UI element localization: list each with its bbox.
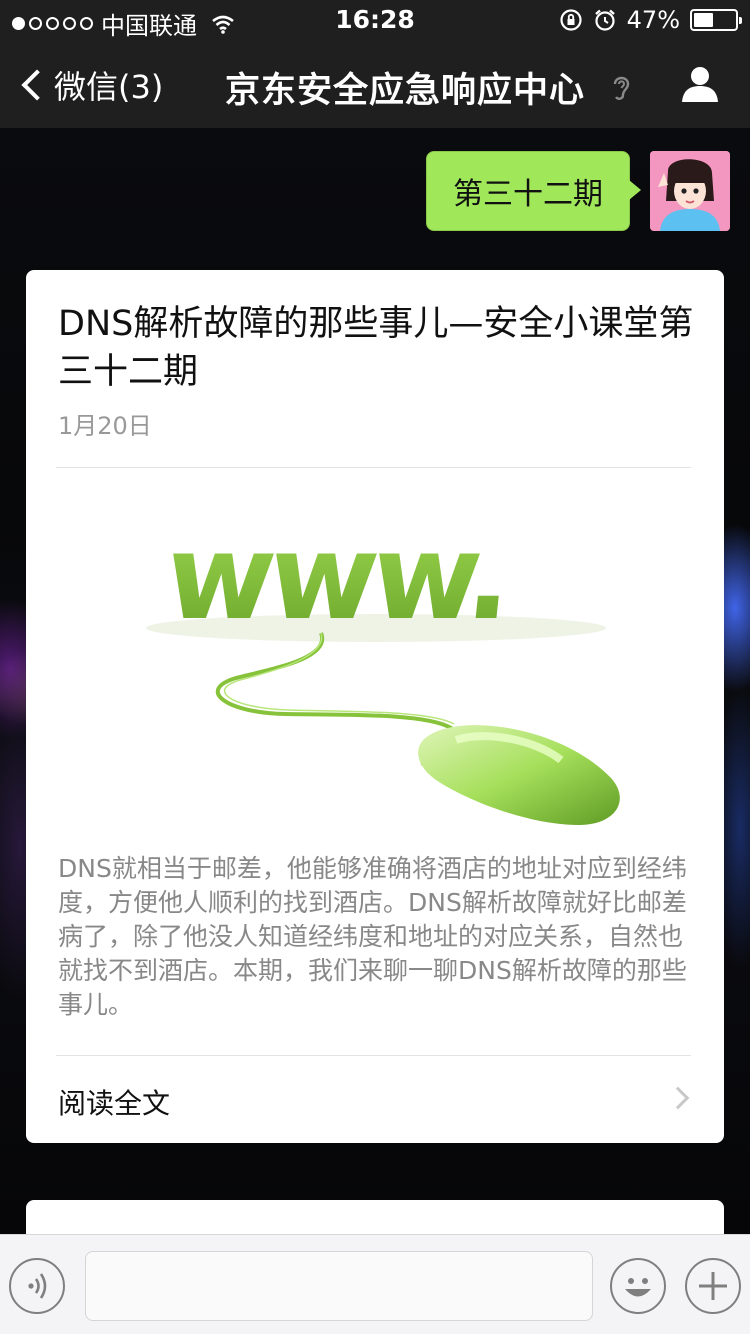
avatar[interactable] bbox=[650, 151, 730, 231]
plus-icon bbox=[699, 1272, 727, 1300]
emoji-button[interactable] bbox=[610, 1258, 666, 1314]
message-input[interactable] bbox=[85, 1251, 593, 1321]
ear-icon bbox=[613, 76, 630, 100]
profile-icon[interactable] bbox=[680, 64, 720, 104]
back-label: 微信(3) bbox=[54, 68, 164, 106]
www-image-text: www. bbox=[159, 508, 514, 646]
divider bbox=[56, 1055, 691, 1056]
article-summary: DNS就相当于邮差，他能够准确将酒店的地址对应到经纬度，方便他人顺利的找到酒店。… bbox=[58, 854, 687, 1019]
chat-title: 京东安全应急响应中心 bbox=[225, 71, 586, 111]
input-bar bbox=[0, 1234, 750, 1334]
back-button[interactable]: 微信(3) bbox=[18, 62, 163, 108]
article-cover-image: www. bbox=[56, 468, 691, 825]
chevron-right-icon bbox=[666, 1086, 690, 1110]
chevron-left-icon bbox=[21, 69, 53, 101]
status-bar: 中国联通 16:28 47% bbox=[0, 0, 750, 40]
voice-input-button[interactable] bbox=[9, 1258, 65, 1314]
article-title: DNS解析故障的那些事儿—安全小课堂第三十二期 bbox=[58, 304, 694, 392]
smiley-icon bbox=[625, 1278, 651, 1297]
article-date: 1月20日 bbox=[58, 412, 152, 440]
battery-icon bbox=[690, 9, 742, 31]
more-options-button[interactable] bbox=[685, 1258, 741, 1314]
nav-bar: 微信(3) 京东安全应急响应中心 bbox=[0, 40, 750, 128]
read-more-link[interactable]: 阅读全文 bbox=[58, 1082, 170, 1122]
sent-message-bubble[interactable]: 第三十二期 bbox=[426, 151, 641, 231]
battery-percent: 47% bbox=[626, 6, 680, 34]
voice-icon bbox=[28, 1273, 47, 1299]
article-card[interactable]: DNS解析故障的那些事儿—安全小课堂第三十二期 1月20日 www. DNS就相… bbox=[26, 270, 724, 1143]
alarm-icon bbox=[594, 9, 615, 31]
rotation-lock-icon bbox=[560, 9, 582, 31]
